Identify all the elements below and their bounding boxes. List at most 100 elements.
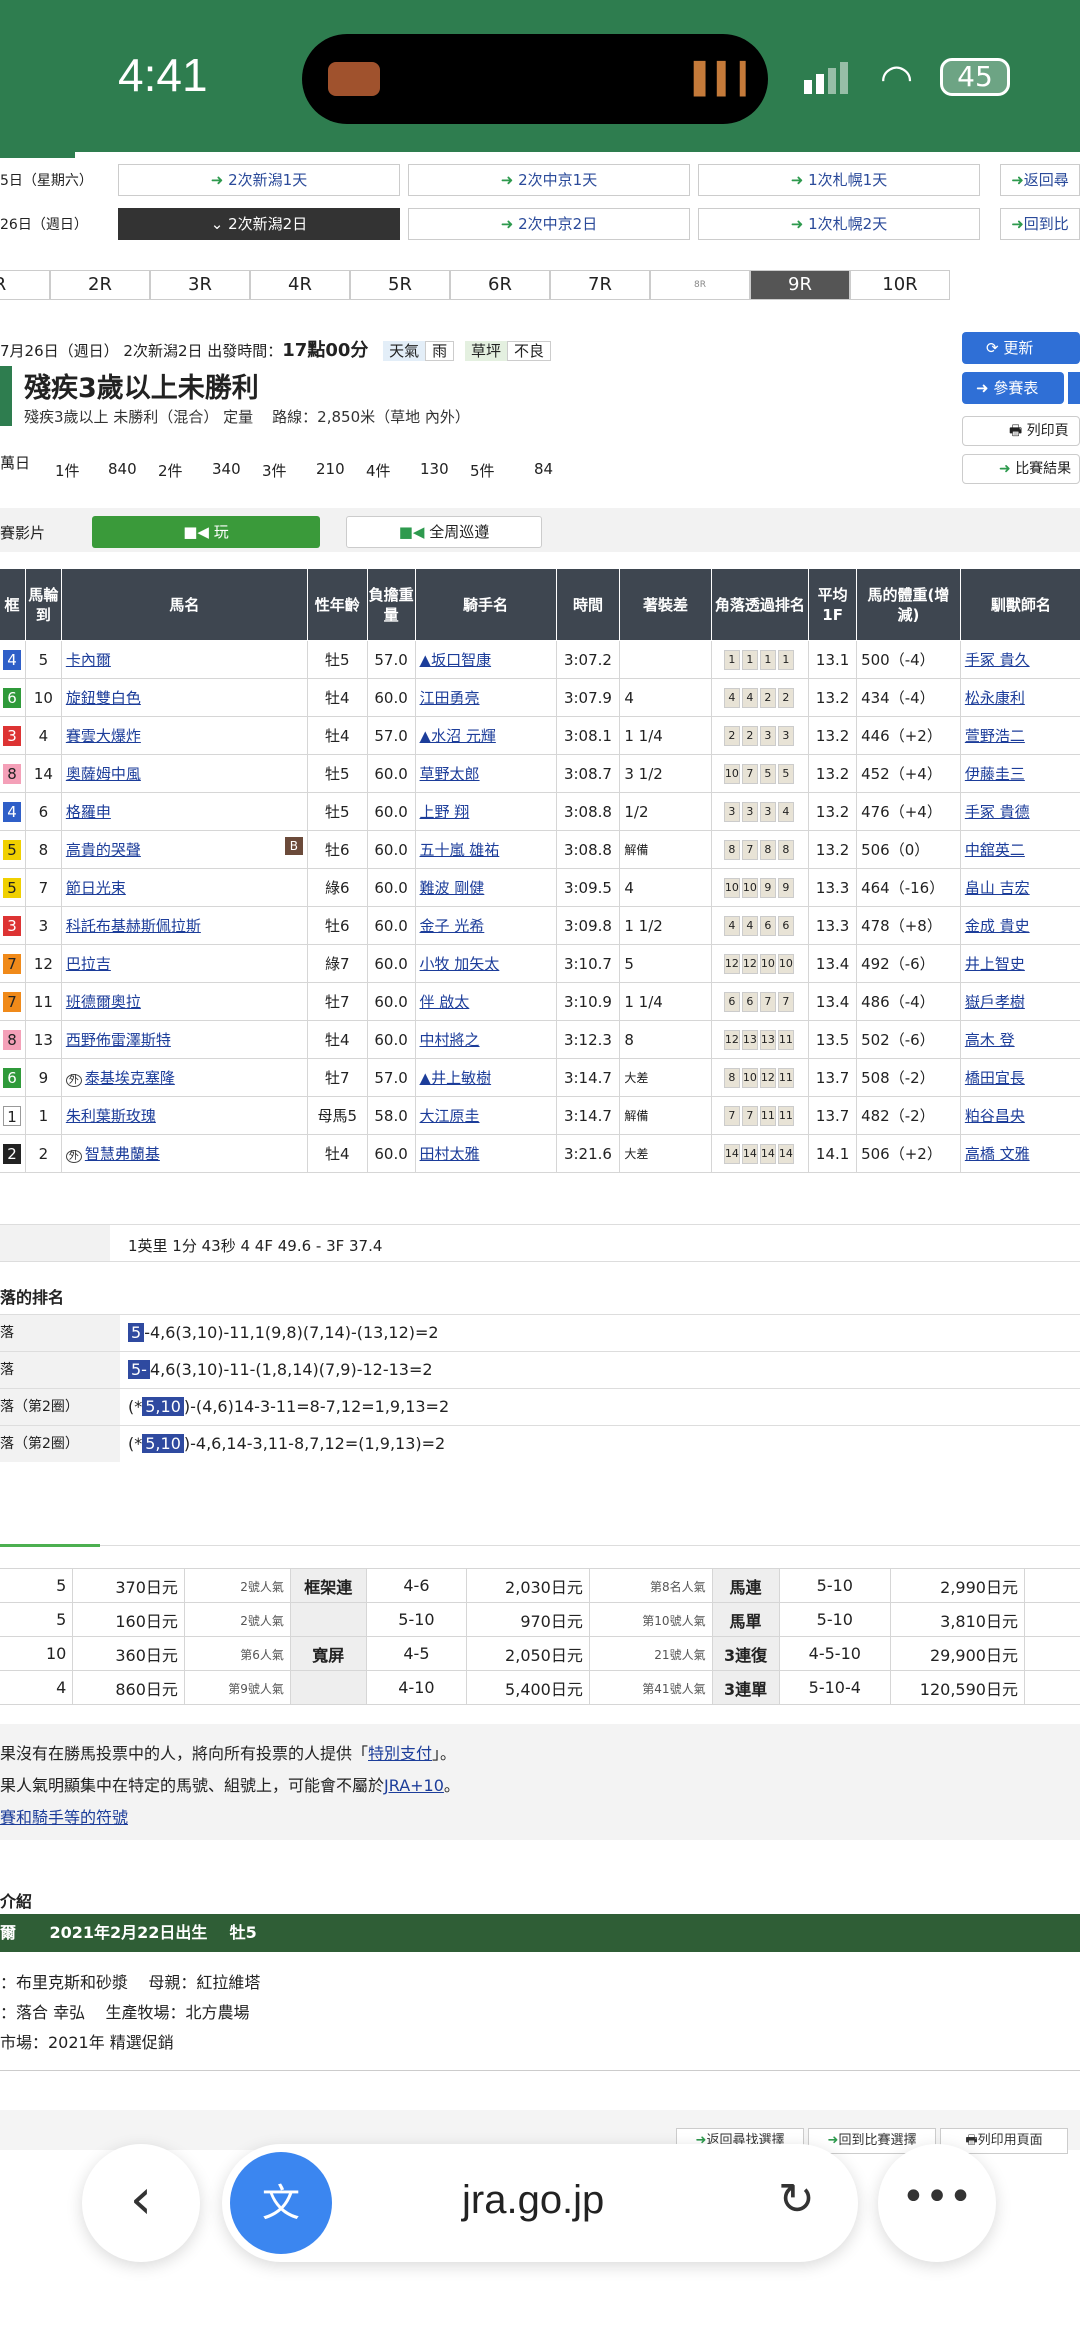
cell-corners: 4422 xyxy=(710,678,810,717)
cell-sex-age: 牡6 xyxy=(306,906,368,945)
horse-link[interactable]: 巴拉吉 xyxy=(66,955,111,973)
meeting-button-selected[interactable]: ⌄ 2次新潟2日 xyxy=(118,208,400,240)
meeting-button[interactable]: ➜ 2次新潟1天 xyxy=(118,164,400,196)
jockey-link[interactable]: 金子 光希 xyxy=(420,917,485,935)
reload-icon[interactable]: ↻ xyxy=(778,2174,815,2225)
trainer-link[interactable]: 高木 登 xyxy=(965,1031,1015,1049)
meeting-button[interactable]: ➜ 2次中京2日 xyxy=(408,208,690,240)
horse-link[interactable]: 奧薩姆中風 xyxy=(66,765,141,783)
trainer-link[interactable]: 金成 貴史 xyxy=(965,917,1030,935)
meeting-button[interactable]: ➜ 1次札幌2天 xyxy=(698,208,980,240)
meeting-button[interactable]: ➜ 2次中京1天 xyxy=(408,164,690,196)
trainer-link[interactable]: 嶽戶孝樹 xyxy=(965,993,1025,1011)
print-button[interactable]: 🖶 列印頁 xyxy=(962,416,1080,446)
update-button[interactable]: ⟳ 更新 xyxy=(962,332,1080,364)
jockey-link[interactable]: 草野太郎 xyxy=(420,765,480,783)
trainer-link[interactable]: 橋田宜長 xyxy=(965,1069,1025,1087)
next-button[interactable] xyxy=(1068,372,1080,404)
jockey-link[interactable]: 伴 啟太 xyxy=(420,993,470,1011)
corner-label: 落（第2圈） xyxy=(0,1389,120,1425)
translate-icon[interactable]: 文 xyxy=(230,2152,332,2254)
horse-link[interactable]: 高貴的哭聲 xyxy=(66,841,141,859)
cell-sex-age: 牡7 xyxy=(306,982,368,1021)
cell-horse: 西野佈雷澤斯特 xyxy=(60,1020,308,1059)
trainer-link[interactable]: 中舘英二 xyxy=(965,841,1025,859)
jockey-link[interactable]: ▲坂口智康 xyxy=(420,651,492,669)
symbols-link[interactable]: 賽和騎手等的符號 xyxy=(0,1808,128,1827)
cell-margin xyxy=(619,640,712,679)
patrol-video-button[interactable]: ■◀ 全周巡遵 xyxy=(346,516,542,548)
jockey-link[interactable]: 田村太雅 xyxy=(420,1145,480,1163)
cell-margin: 1 1/4 xyxy=(619,982,712,1021)
cell-margin: 5 xyxy=(619,944,712,983)
address-bar[interactable]: 文 jra.go.jp ↻ xyxy=(222,2144,858,2262)
horse-link[interactable]: 賽雲大爆炸 xyxy=(66,727,141,745)
horse-link[interactable]: 智慧弗蘭基 xyxy=(85,1145,160,1163)
back-button[interactable]: ➜返回尋 xyxy=(1000,164,1080,196)
horse-link[interactable]: 泰基埃克塞隆 xyxy=(85,1069,175,1087)
meeting-button[interactable]: ➜ 1次札幌1天 xyxy=(698,164,980,196)
race-tab[interactable]: 3R xyxy=(150,270,250,300)
jockey-link[interactable]: 五十嵐 雄祐 xyxy=(420,841,500,859)
horse-link[interactable]: 格羅申 xyxy=(66,803,111,821)
horse-link[interactable]: 朱利葉斯玫瑰 xyxy=(66,1107,156,1125)
horse-link[interactable]: 班德爾奧拉 xyxy=(66,993,141,1011)
trainer-link[interactable]: 井上智史 xyxy=(965,955,1025,973)
cell-avg1f: 13.2 xyxy=(808,678,858,717)
cell-margin: 大差 xyxy=(619,1058,712,1097)
cell-corners: 8 10 12 11 xyxy=(710,1058,810,1097)
trainer-link[interactable]: 松永康利 xyxy=(965,689,1025,707)
race-tab[interactable]: R xyxy=(0,270,50,300)
cell-frame: 3 xyxy=(0,716,26,755)
horse-link[interactable]: 卡內爾 xyxy=(66,651,111,669)
jockey-link[interactable]: ▲水沼 元輝 xyxy=(420,727,496,745)
jockey-link[interactable]: 江田勇亮 xyxy=(420,689,480,707)
trainer-link[interactable]: 畠山 吉宏 xyxy=(965,879,1030,897)
trainer-link[interactable]: 萱野浩二 xyxy=(965,727,1025,745)
cell-trainer: 中舘英二 xyxy=(959,830,1080,869)
cell-corners: 4466 xyxy=(710,906,810,945)
trainer-link[interactable]: 手冢 貴久 xyxy=(965,651,1030,669)
corner-title: 落的排名 xyxy=(0,1288,65,1307)
horse-link[interactable]: 旋鈕雙白色 xyxy=(66,689,141,707)
horse-link[interactable]: 節日光束 xyxy=(66,879,126,897)
jra10-link[interactable]: JRA+10 xyxy=(384,1776,444,1795)
cell-body-weight: 476（+4） xyxy=(856,792,961,831)
play-video-button[interactable]: ■◀ 玩 xyxy=(92,516,320,548)
trainer-link[interactable]: 粕谷昌央 xyxy=(965,1107,1025,1125)
race-tab[interactable]: 10R xyxy=(850,270,950,300)
results-button[interactable]: ➜ 比賽結果 xyxy=(962,454,1080,484)
race-tab-selected[interactable]: 9R xyxy=(750,270,850,300)
back-race-button[interactable]: ➜回到比 xyxy=(1000,208,1080,240)
race-tab[interactable]: 5R xyxy=(350,270,450,300)
race-tab[interactable]: 8R xyxy=(650,270,750,300)
trainer-link[interactable]: 伊藤圭三 xyxy=(965,765,1025,783)
jockey-link[interactable]: 上野 翔 xyxy=(420,803,470,821)
trainer-link[interactable]: 高橋 文雅 xyxy=(965,1145,1030,1163)
horse-link[interactable]: 科託布基赫斯佩拉斯 xyxy=(66,917,201,935)
jockey-link[interactable]: 大江原圭 xyxy=(420,1107,480,1125)
cell-horse: 外智慧弗蘭基 xyxy=(60,1134,308,1173)
race-tab[interactable]: 2R xyxy=(50,270,150,300)
race-tab[interactable]: 7R xyxy=(550,270,650,300)
cell-margin: 4 xyxy=(619,868,712,907)
special-payout-link[interactable]: 特別支付 xyxy=(368,1744,432,1763)
back-icon[interactable]: ‹ xyxy=(82,2144,200,2262)
jockey-link[interactable]: 難波 剛健 xyxy=(420,879,485,897)
col-horse: 馬名 xyxy=(60,568,308,641)
race-tab[interactable]: 4R xyxy=(250,270,350,300)
entries-button[interactable]: ➜ 參賽表 xyxy=(962,372,1064,404)
trainer-link[interactable]: 手冢 貴德 xyxy=(965,803,1030,821)
table-row: 3 4 賽雲大爆炸 牡4 57.0 ▲水沼 元輝 3:08.1 1 1/4 2 2 3 3 13.2 44… xyxy=(0,716,1080,755)
jockey-link[interactable]: ▲井上敏樹 xyxy=(420,1069,492,1087)
cell-jockey: 上野 翔 xyxy=(414,792,557,831)
jockey-link[interactable]: 小牧 加矢太 xyxy=(420,955,500,973)
cell-frame: 1 xyxy=(0,1096,26,1135)
jockey-link[interactable]: 中村將之 xyxy=(420,1031,480,1049)
more-icon[interactable]: ••• xyxy=(878,2144,996,2262)
col-weight: 負擔重量 xyxy=(366,568,416,641)
cell-number: 10 xyxy=(25,678,62,717)
race-tab[interactable]: 6R xyxy=(450,270,550,300)
horse-link[interactable]: 西野佈雷澤斯特 xyxy=(66,1031,171,1049)
payout-cell-type-a: 寬屏 xyxy=(289,1636,367,1671)
